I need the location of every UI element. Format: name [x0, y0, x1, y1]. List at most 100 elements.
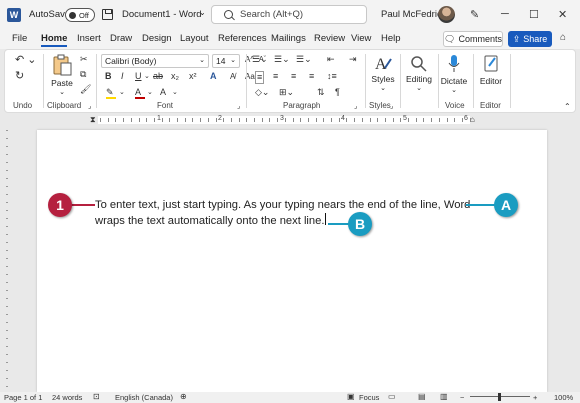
redo-icon[interactable]: ↻: [15, 71, 24, 82]
dialog-launcher-icon[interactable]: ⌟: [354, 101, 357, 112]
tab-file[interactable]: File: [12, 33, 27, 44]
ruler-tick: [6, 298, 8, 299]
language[interactable]: English (Canada): [115, 393, 173, 402]
pen-icon[interactable]: ✎: [470, 8, 479, 21]
ruler-tick: [6, 322, 8, 323]
chevron-down-icon[interactable]: ⌄: [119, 87, 125, 98]
search-box[interactable]: Search (Alt+Q): [211, 5, 367, 24]
align-right-icon[interactable]: ≡: [291, 71, 296, 82]
focus-button[interactable]: Focus: [359, 393, 379, 402]
undo-icon[interactable]: ↶ ⌄: [15, 55, 37, 66]
zoom-level[interactable]: 100%: [554, 393, 573, 402]
document-page[interactable]: [37, 130, 547, 392]
shading-icon[interactable]: ◇⌄: [255, 87, 269, 98]
justify-icon[interactable]: ≡: [309, 71, 314, 82]
align-left-icon[interactable]: ≡: [255, 71, 265, 84]
right-indent-icon[interactable]: ⌂: [470, 114, 475, 125]
increase-indent-icon[interactable]: ⇥: [349, 54, 357, 65]
tab-view[interactable]: View: [351, 33, 371, 44]
superscript-button[interactable]: x²: [189, 71, 197, 82]
avatar[interactable]: [438, 6, 455, 23]
clear-formatting-icon[interactable]: A̸: [230, 71, 235, 82]
tab-mailings[interactable]: Mailings: [271, 33, 306, 44]
collapse-ribbon-icon[interactable]: ⌃: [564, 101, 571, 112]
decrease-indent-icon[interactable]: ⇤: [327, 54, 335, 65]
autosave-toggle[interactable]: Off: [65, 8, 95, 22]
zoom-out-icon[interactable]: −: [460, 393, 464, 402]
tab-insert[interactable]: Insert: [77, 33, 101, 44]
align-center-icon[interactable]: ≡: [273, 71, 278, 82]
multilevel-list-icon[interactable]: ☰⌄: [296, 54, 312, 65]
dialog-launcher-icon[interactable]: ⌟: [88, 101, 91, 112]
read-mode-icon[interactable]: ▭: [388, 392, 396, 401]
editing-button[interactable]: Editing ⌄: [403, 54, 435, 92]
zoom-slider-thumb[interactable]: [498, 393, 501, 401]
dialog-launcher-icon[interactable]: ⌟: [237, 101, 240, 112]
styles-icon: A: [375, 56, 392, 73]
dialog-launcher-icon[interactable]: ⌟: [390, 101, 393, 112]
ribbon-options-icon[interactable]: ⌂: [560, 32, 566, 43]
copy-icon[interactable]: ⧉: [80, 69, 86, 80]
word-count[interactable]: 24 words: [52, 393, 82, 402]
tab-references[interactable]: References: [218, 33, 267, 44]
editor-icon: [484, 55, 498, 72]
ruler-tick: [6, 210, 8, 211]
chevron-down-icon[interactable]: ⌄: [199, 8, 206, 17]
font-name-box[interactable]: Calibri (Body) ⌄: [101, 54, 209, 68]
italic-button[interactable]: I: [121, 71, 124, 82]
tab-help[interactable]: Help: [381, 33, 401, 44]
bold-button[interactable]: B: [105, 71, 112, 82]
save-icon[interactable]: [102, 9, 113, 20]
styles-button[interactable]: A Styles ⌄: [368, 54, 398, 92]
chevron-down-icon[interactable]: ⌄: [147, 87, 153, 98]
font-color-a-icon[interactable]: A: [160, 87, 166, 98]
highlighter-icon[interactable]: ✎: [106, 87, 116, 99]
ruler-tick: [238, 118, 240, 122]
document-title[interactable]: Document1 - Word: [122, 9, 202, 20]
tab-review[interactable]: Review: [314, 33, 345, 44]
callout-b: B: [348, 212, 372, 236]
strikethrough-button[interactable]: ab: [153, 71, 163, 82]
tab-draw[interactable]: Draw: [110, 33, 132, 44]
document-body[interactable]: To enter text, just start typing. As you…: [95, 197, 485, 229]
tab-design[interactable]: Design: [142, 33, 172, 44]
print-layout-icon[interactable]: ▤: [418, 392, 426, 401]
sort-icon[interactable]: ⇅: [317, 87, 325, 98]
tab-layout[interactable]: Layout: [180, 33, 209, 44]
comments-button[interactable]: 🗨 Comments: [443, 31, 503, 47]
subscript-button[interactable]: x₂: [171, 71, 179, 82]
text-effects-button[interactable]: A: [210, 71, 217, 82]
font-size-value: 14: [216, 56, 226, 66]
underline-button[interactable]: U: [135, 71, 142, 82]
close-icon[interactable]: ✕: [558, 8, 567, 21]
page-count[interactable]: Page 1 of 1: [4, 393, 42, 402]
font-size-box[interactable]: 14 ⌄: [212, 54, 240, 68]
paste-button[interactable]: Paste ⌄: [49, 54, 75, 96]
chevron-down-icon[interactable]: ⌄: [172, 87, 178, 98]
editor-button[interactable]: Editor: [476, 54, 506, 86]
ruler-tick: [369, 118, 371, 122]
indent-marker-icon[interactable]: ⧗: [90, 114, 96, 125]
minimize-icon[interactable]: ─: [501, 8, 509, 20]
numbering-icon[interactable]: ☰⌄: [274, 54, 290, 65]
format-painter-icon[interactable]: 🖌: [80, 84, 91, 95]
show-paragraph-marks-icon[interactable]: ¶: [335, 87, 340, 98]
zoom-in-icon[interactable]: +: [533, 393, 537, 402]
tab-home[interactable]: Home: [41, 33, 68, 47]
line-spacing-icon[interactable]: ↕≡: [327, 71, 337, 82]
proofing-icon[interactable]: ⊡: [93, 392, 100, 401]
web-layout-icon[interactable]: ▥: [440, 392, 448, 401]
group-label-paragraph: Paragraph: [283, 101, 321, 110]
bullets-icon[interactable]: ☰⌄: [252, 54, 268, 65]
maximize-icon[interactable]: ☐: [529, 8, 539, 21]
group-label-styles: Styles: [369, 101, 391, 110]
ruler-tick: [377, 118, 379, 122]
font-color-icon[interactable]: A: [135, 87, 145, 99]
chevron-down-icon[interactable]: ⌄: [144, 71, 150, 82]
share-button[interactable]: ⇪ Share: [508, 31, 552, 47]
ruler-tick: [277, 118, 279, 122]
borders-icon[interactable]: ⊞⌄: [279, 87, 294, 98]
accessibility-icon[interactable]: ⊕: [180, 392, 187, 401]
cut-icon[interactable]: ✂: [80, 54, 88, 65]
dictate-button[interactable]: Dictate ⌄: [439, 54, 469, 94]
